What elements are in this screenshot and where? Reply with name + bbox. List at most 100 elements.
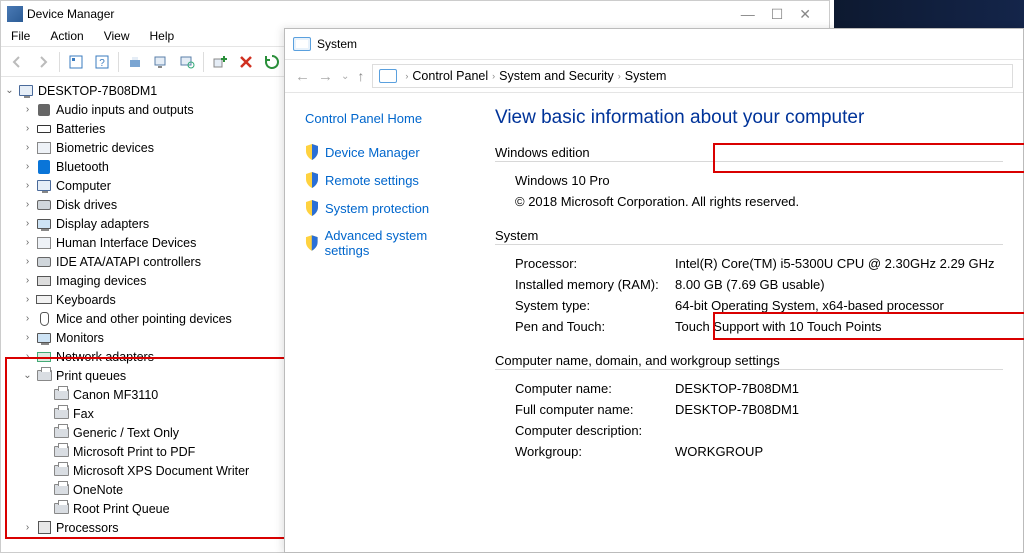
category-label: Print queues bbox=[56, 369, 126, 383]
category-label: Monitors bbox=[56, 331, 104, 345]
update-driver-button[interactable] bbox=[260, 50, 284, 74]
info-value: DESKTOP-7B08DM1 bbox=[675, 381, 799, 396]
chevron-icon[interactable]: › bbox=[405, 71, 408, 81]
shield-icon bbox=[305, 172, 319, 188]
info-label: Processor: bbox=[515, 256, 675, 271]
nav-forward-button[interactable]: → bbox=[318, 68, 333, 85]
expand-icon[interactable]: › bbox=[21, 294, 34, 305]
sidebar-link-text[interactable]: Advanced system settings bbox=[325, 228, 471, 258]
monitor-icon bbox=[36, 216, 52, 232]
page-heading: View basic information about your comput… bbox=[495, 107, 1003, 129]
control-panel-home-link[interactable]: Control Panel Home bbox=[305, 111, 471, 126]
info-row: System type:64-bit Operating System, x64… bbox=[495, 295, 1003, 316]
breadcrumb-system-security[interactable]: System and Security bbox=[499, 69, 614, 83]
nav-up-button[interactable]: ↑ bbox=[357, 68, 364, 84]
sidebar-link[interactable]: Device Manager bbox=[305, 144, 471, 160]
close-button[interactable]: ✕ bbox=[799, 7, 811, 21]
copyright-text: © 2018 Microsoft Corporation. All rights… bbox=[515, 194, 799, 209]
printer-icon bbox=[53, 406, 69, 422]
expand-icon[interactable]: ⌄ bbox=[3, 85, 16, 96]
expand-icon[interactable]: › bbox=[21, 313, 34, 324]
breadcrumb-system[interactable]: System bbox=[625, 69, 667, 83]
nav-toolbar: ← → ⌄ ↑ › Control Panel › System and Sec… bbox=[285, 59, 1023, 93]
expand-icon[interactable]: › bbox=[21, 237, 34, 248]
sidebar-link[interactable]: Advanced system settings bbox=[305, 228, 471, 258]
nav-recent-button[interactable]: ⌄ bbox=[341, 71, 349, 82]
printer-icon bbox=[53, 387, 69, 403]
chevron-icon[interactable]: › bbox=[618, 71, 621, 81]
expand-icon[interactable]: › bbox=[21, 275, 34, 286]
info-value: DESKTOP-7B08DM1 bbox=[675, 402, 799, 417]
info-value: 64-bit Operating System, x64-based proce… bbox=[675, 298, 944, 313]
category-label: Batteries bbox=[56, 122, 105, 136]
menu-action[interactable]: Action bbox=[40, 27, 93, 46]
expand-icon[interactable]: ⌄ bbox=[21, 370, 34, 381]
expand-icon[interactable]: › bbox=[21, 123, 34, 134]
info-label: Computer description: bbox=[515, 423, 675, 438]
computer-name-group: Computer name, domain, and workgroup set… bbox=[495, 353, 1003, 462]
main-content: View basic information about your comput… bbox=[481, 93, 1023, 552]
show-hidden-button[interactable] bbox=[123, 50, 147, 74]
back-button[interactable] bbox=[5, 50, 29, 74]
expand-icon[interactable]: › bbox=[21, 522, 34, 533]
sidebar-link-text[interactable]: System protection bbox=[325, 201, 429, 216]
minimize-button[interactable]: — bbox=[741, 7, 755, 21]
category-label: Computer bbox=[56, 179, 111, 193]
category-label: Display adapters bbox=[56, 217, 149, 231]
sidebar-link-text[interactable]: Remote settings bbox=[325, 173, 419, 188]
menu-file[interactable]: File bbox=[1, 27, 40, 46]
info-row: Computer description: bbox=[495, 420, 1003, 441]
expand-icon[interactable]: › bbox=[21, 161, 34, 172]
expand-icon[interactable]: › bbox=[21, 332, 34, 343]
breadcrumb-icon bbox=[379, 69, 397, 83]
expand-icon[interactable]: › bbox=[21, 351, 34, 362]
properties-button[interactable] bbox=[64, 50, 88, 74]
menu-view[interactable]: View bbox=[94, 27, 140, 46]
breadcrumb-control-panel[interactable]: Control Panel bbox=[412, 69, 488, 83]
printer-icon bbox=[53, 425, 69, 441]
titlebar[interactable]: Device Manager — ☐ ✕ bbox=[1, 1, 829, 27]
disk-icon bbox=[36, 254, 52, 270]
sidebar: Control Panel Home Device Manager Remote … bbox=[285, 93, 481, 552]
add-legacy-button[interactable] bbox=[208, 50, 232, 74]
maximize-button[interactable]: ☐ bbox=[771, 7, 784, 21]
expand-icon[interactable]: › bbox=[21, 218, 34, 229]
camera-icon bbox=[36, 273, 52, 289]
info-label: System type: bbox=[515, 298, 675, 313]
menu-help[interactable]: Help bbox=[140, 27, 185, 46]
expand-icon[interactable]: › bbox=[21, 142, 34, 153]
breadcrumb[interactable]: › Control Panel › System and Security › … bbox=[372, 64, 1013, 88]
category-label: Network adapters bbox=[56, 350, 154, 364]
forward-button[interactable] bbox=[31, 50, 55, 74]
sidebar-link[interactable]: System protection bbox=[305, 200, 471, 216]
expand-icon[interactable]: › bbox=[21, 180, 34, 191]
category-label: Mice and other pointing devices bbox=[56, 312, 232, 326]
category-label: Processors bbox=[56, 521, 119, 535]
info-label: Computer name: bbox=[515, 381, 675, 396]
nav-back-button[interactable]: ← bbox=[295, 68, 310, 85]
info-label: Workgroup: bbox=[515, 444, 675, 459]
info-label: Installed memory (RAM): bbox=[515, 277, 675, 292]
device-button[interactable] bbox=[149, 50, 173, 74]
printer-icon bbox=[36, 368, 52, 384]
expand-icon[interactable]: › bbox=[21, 199, 34, 210]
chevron-icon[interactable]: › bbox=[492, 71, 495, 81]
shield-icon bbox=[305, 144, 319, 160]
info-row: Installed memory (RAM):8.00 GB (7.69 GB … bbox=[495, 274, 1003, 295]
system-titlebar[interactable]: System bbox=[285, 29, 1023, 59]
category-label: IDE ATA/ATAPI controllers bbox=[56, 255, 201, 269]
cpu-icon bbox=[36, 520, 52, 536]
system-window-title: System bbox=[317, 37, 357, 51]
scan-hardware-button[interactable] bbox=[175, 50, 199, 74]
shield-icon bbox=[305, 235, 319, 251]
help-button[interactable]: ? bbox=[90, 50, 114, 74]
uninstall-button[interactable] bbox=[234, 50, 258, 74]
expand-icon[interactable]: › bbox=[21, 256, 34, 267]
generic-icon bbox=[36, 140, 52, 156]
sidebar-link[interactable]: Remote settings bbox=[305, 172, 471, 188]
info-value: Intel(R) Core(TM) i5-5300U CPU @ 2.30GHz… bbox=[675, 256, 995, 271]
disk-icon bbox=[36, 197, 52, 213]
sidebar-link-text[interactable]: Device Manager bbox=[325, 145, 420, 160]
expand-icon[interactable]: › bbox=[21, 104, 34, 115]
info-row: Full computer name:DESKTOP-7B08DM1 bbox=[495, 399, 1003, 420]
